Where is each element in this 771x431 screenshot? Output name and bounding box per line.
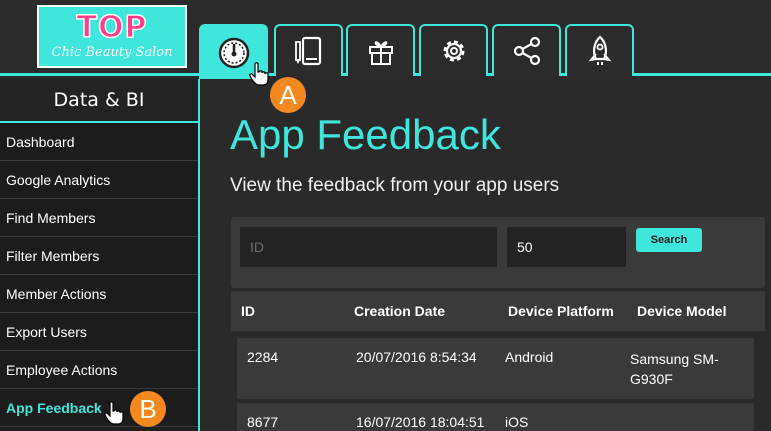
mobile-edit-icon [294, 36, 321, 66]
cell-id: 2284 [247, 349, 279, 365]
rocket-icon [587, 35, 612, 65]
share-icon [513, 36, 540, 66]
tab-share[interactable] [492, 24, 561, 76]
logo-title: TOP [76, 10, 148, 45]
column-header-id[interactable]: ID [241, 303, 255, 319]
app-logo: TOP Chic Beauty Salon [37, 5, 187, 68]
logo-subtitle: Chic Beauty Salon [51, 45, 173, 60]
cell-device-platform: Android [505, 349, 554, 365]
column-header-creation-date[interactable]: Creation Date [354, 303, 445, 319]
sidebar-item-find-members[interactable]: Find Members [0, 199, 198, 237]
hand-cursor-icon [104, 401, 124, 425]
cell-id: 8677 [247, 414, 279, 430]
top-bar: TOP Chic Beauty Salon [0, 0, 771, 79]
sidebar-item-google-analytics[interactable]: Google Analytics [0, 161, 198, 199]
sidebar-title: Data & BI [0, 79, 198, 123]
column-header-device-platform[interactable]: Device Platform [508, 303, 614, 319]
annotation-marker-a: A [270, 77, 306, 113]
gift-icon [368, 41, 393, 65]
search-button[interactable]: Search [636, 228, 702, 252]
column-header-device-model[interactable]: Device Model [637, 303, 726, 319]
page-subtitle: View the feedback from your app users [230, 175, 560, 196]
cell-device-platform: iOS [505, 414, 529, 430]
tab-settings[interactable] [419, 24, 488, 76]
main-content: App Feedback View the feedback from your… [202, 79, 771, 431]
cell-device-model: Samsung SM-G930F [630, 351, 719, 387]
id-search-input[interactable] [240, 227, 497, 267]
cell-creation-date: 16/07/2016 18:04:51 [356, 414, 485, 430]
gear-icon [443, 40, 464, 62]
tab-rewards[interactable] [346, 24, 415, 76]
table-row[interactable]: 2284 20/07/2016 8:54:34 Android Samsung … [237, 338, 754, 399]
table-header: ID Creation Date Device Platform Device … [231, 291, 765, 331]
limit-input[interactable] [507, 227, 626, 267]
tab-publish[interactable] [565, 24, 634, 76]
sidebar-item-filter-members[interactable]: Filter Members [0, 237, 198, 275]
table-row[interactable]: 8677 16/07/2016 18:04:51 iOS [237, 403, 754, 431]
page-title: App Feedback [230, 111, 501, 158]
sidebar: Data & BI Dashboard Google Analytics Fin… [0, 79, 200, 431]
annotation-marker-b: B [130, 391, 166, 427]
sidebar-item-employee-actions[interactable]: Employee Actions [0, 351, 198, 389]
dashboard-gauge-icon [218, 37, 249, 68]
sidebar-item-dashboard[interactable]: Dashboard [0, 123, 198, 161]
sidebar-item-app-feedback[interactable]: App Feedback [0, 389, 198, 427]
sidebar-item-export-users[interactable]: Export Users [0, 313, 198, 351]
hand-cursor-icon [249, 62, 269, 86]
filter-panel: Search [231, 217, 765, 288]
sidebar-item-member-actions[interactable]: Member Actions [0, 275, 198, 313]
tab-app-editor[interactable] [274, 24, 343, 76]
cell-creation-date: 20/07/2016 8:54:34 [356, 349, 477, 365]
